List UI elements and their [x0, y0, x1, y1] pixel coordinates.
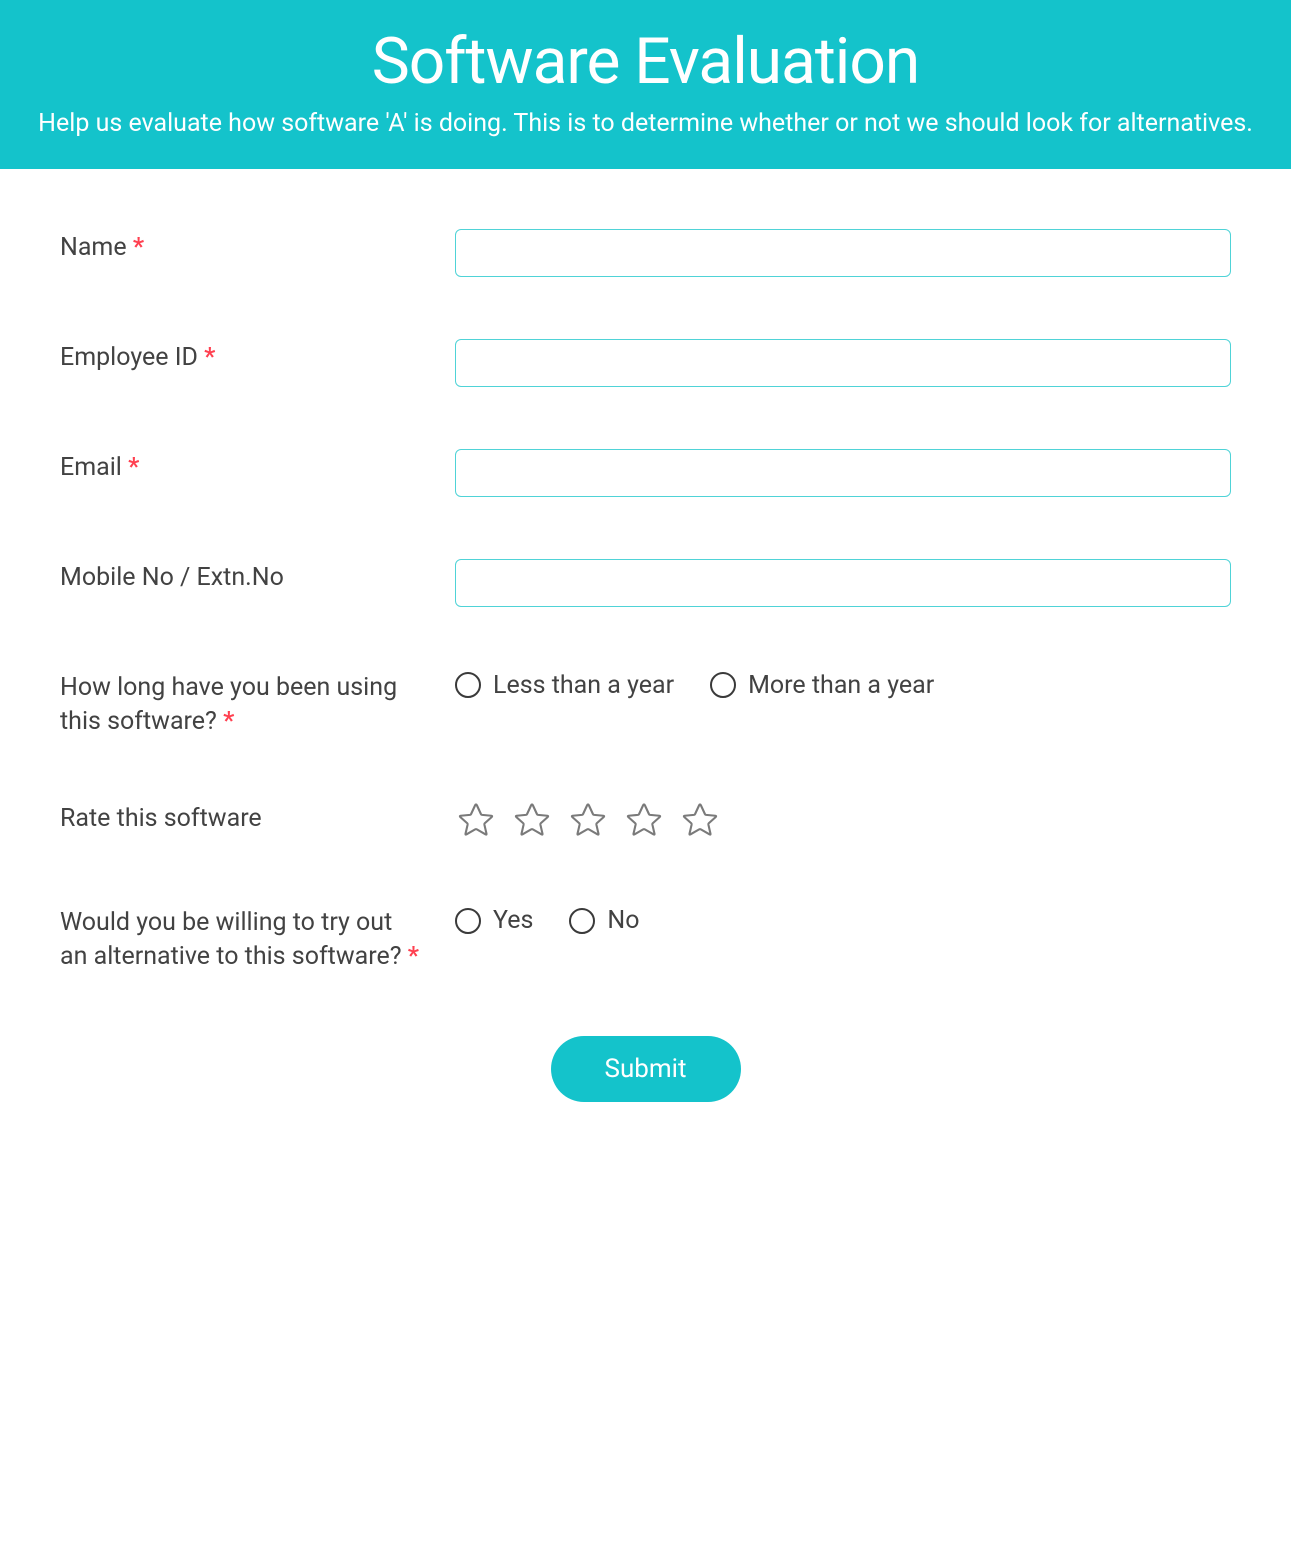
alternative-label: Would you be willing to try out an alter…	[60, 906, 425, 974]
star-icon[interactable]	[679, 800, 721, 842]
mobile-label: Mobile No / Extn.No	[60, 561, 425, 595]
required-marker: *	[204, 343, 215, 372]
radio-icon	[569, 908, 595, 934]
name-input[interactable]	[455, 229, 1231, 277]
radio-label: Yes	[493, 906, 533, 935]
submit-button[interactable]: Submit	[551, 1036, 741, 1102]
radio-label: No	[607, 906, 639, 935]
alternative-option-no[interactable]: No	[569, 906, 639, 935]
required-marker: *	[133, 233, 144, 262]
form-body: Name * Employee ID * Email *	[0, 169, 1291, 1142]
email-input[interactable]	[455, 449, 1231, 497]
form-title: Software Evaluation	[20, 24, 1271, 99]
radio-label: Less than a year	[493, 671, 674, 700]
duration-option-less[interactable]: Less than a year	[455, 671, 674, 700]
form-subtitle: Help us evaluate how software 'A' is doi…	[20, 107, 1271, 141]
form-header: Software Evaluation Help us evaluate how…	[0, 0, 1291, 169]
radio-icon	[455, 908, 481, 934]
name-label: Name *	[60, 231, 425, 265]
alternative-radio-group: Yes No	[455, 904, 1231, 935]
rating-label: Rate this software	[60, 802, 425, 836]
required-marker: *	[223, 707, 234, 736]
duration-radio-group: Less than a year More than a year	[455, 669, 1231, 700]
duration-option-more[interactable]: More than a year	[710, 671, 934, 700]
employee-id-input[interactable]	[455, 339, 1231, 387]
field-name: Name *	[60, 229, 1231, 277]
duration-label: How long have you been using this softwa…	[60, 671, 425, 739]
star-icon[interactable]	[623, 800, 665, 842]
field-rating: Rate this software	[60, 800, 1231, 842]
required-marker: *	[408, 942, 419, 971]
radio-icon	[455, 672, 481, 698]
field-email: Email *	[60, 449, 1231, 497]
required-marker: *	[128, 453, 139, 482]
field-alternative: Would you be willing to try out an alter…	[60, 904, 1231, 974]
email-label: Email *	[60, 451, 425, 485]
radio-icon	[710, 672, 736, 698]
employee-id-label: Employee ID *	[60, 341, 425, 375]
star-icon[interactable]	[567, 800, 609, 842]
field-mobile: Mobile No / Extn.No	[60, 559, 1231, 607]
star-rating	[455, 800, 1231, 842]
radio-label: More than a year	[748, 671, 934, 700]
field-duration: How long have you been using this softwa…	[60, 669, 1231, 739]
star-icon[interactable]	[455, 800, 497, 842]
field-employee-id: Employee ID *	[60, 339, 1231, 387]
mobile-input[interactable]	[455, 559, 1231, 607]
star-icon[interactable]	[511, 800, 553, 842]
submit-container: Submit	[60, 1036, 1231, 1102]
alternative-option-yes[interactable]: Yes	[455, 906, 533, 935]
